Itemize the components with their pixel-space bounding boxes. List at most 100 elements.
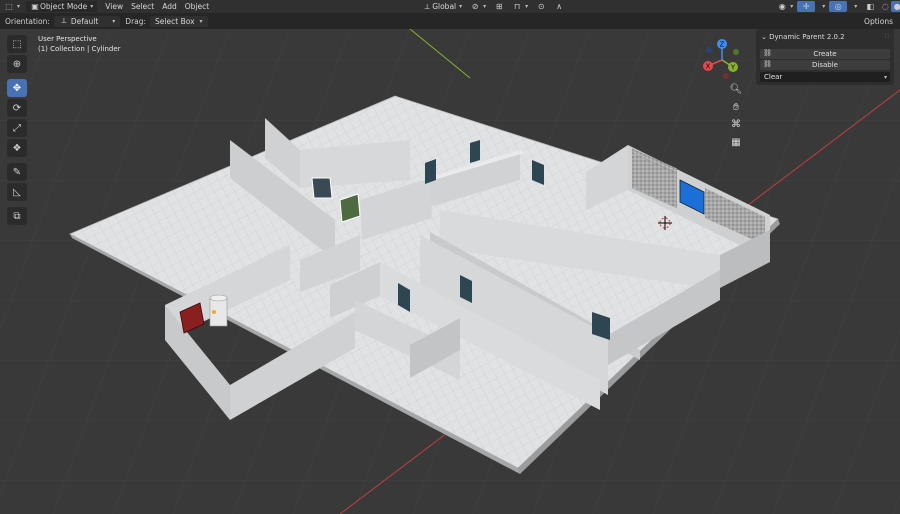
pivot-point-button[interactable]: ⊘ ▾ — [466, 1, 490, 12]
object-mode-icon: ▣ — [31, 1, 39, 11]
menu-view[interactable]: View — [101, 1, 127, 12]
gizmo-icon: ✛ — [802, 1, 810, 11]
chevron-down-icon: ⌄ — [761, 33, 770, 41]
tool-shelf: ⬚ ⊕ ✥ ⟳ ⤢ ❖ ✎ ◺ ⧉ — [6, 35, 28, 227]
rotate-icon: ⟳ — [12, 102, 22, 114]
panel-title-label: Dynamic Parent 2.0.2 — [769, 33, 845, 41]
wireframe-sphere-icon: ◌ — [881, 1, 889, 11]
create-button[interactable]: ⛓ Create — [760, 49, 890, 59]
drag-value: Select Box — [155, 16, 195, 26]
gizmo-y-label: Y — [730, 64, 736, 72]
panel-title[interactable]: ⌄ Dynamic Parent 2.0.2 — [761, 33, 845, 41]
unlink-icon: ⛓ — [763, 60, 772, 68]
link-icon: ⛓ — [763, 49, 772, 57]
tool-move[interactable]: ✥ — [7, 79, 27, 97]
clear-label: Clear — [764, 73, 783, 81]
tool-settings-bar: Orientation: ⟂ Default ▾ Drag: Select Bo… — [0, 13, 900, 29]
select-box-icon: ⬚ — [12, 38, 22, 50]
tool-select-box[interactable]: ⬚ — [7, 35, 27, 53]
tool-add-cube[interactable]: ⧉ — [7, 207, 27, 225]
measure-icon: ◺ — [13, 186, 21, 198]
snap-icon: ⊞ — [495, 1, 503, 11]
door — [470, 140, 480, 163]
xray-icon: ◧ — [866, 1, 875, 11]
proportional-edit-icon: ⊙ — [537, 1, 545, 11]
dynamic-parent-panel: ⌄ Dynamic Parent 2.0.2 ∷ ⛓ Create ⛓ Disa… — [756, 29, 894, 85]
selection-info: (1) Collection | Cylinder — [38, 45, 121, 53]
orientation-label: Orientation: — [5, 16, 50, 26]
orientation-dropdown[interactable]: ⟂ Default ▾ — [53, 15, 121, 27]
hand-icon: ✋︎ — [733, 101, 739, 113]
xray-button[interactable]: ◧ — [861, 1, 879, 12]
scene-render — [0, 29, 900, 514]
shading-wireframe-button[interactable]: ◌ — [879, 1, 891, 12]
disable-label: Disable — [812, 61, 838, 69]
perspective-toggle-button[interactable]: ▦ — [728, 134, 744, 150]
navigation-gizmo[interactable]: Z X Y — [700, 38, 744, 82]
pivot-icon: ⊘ — [471, 1, 479, 11]
cylinder-origin — [212, 310, 216, 314]
menu-add[interactable]: Add — [158, 1, 181, 12]
proportional-edit-button[interactable]: ⊙ — [532, 1, 550, 12]
transform-orientation-dropdown[interactable]: ⟂ Global ▾ — [418, 1, 466, 12]
zoom-icon: 🔍︎ — [729, 83, 743, 95]
view-name: User Perspective — [38, 35, 97, 43]
gizmo-x-label: X — [706, 63, 711, 71]
snap-target-icon: ⊓ — [514, 1, 521, 11]
editor-type-icon: ⬚ — [5, 1, 13, 11]
orientation-axes-icon: ⟂ — [424, 1, 430, 11]
falloff-icon: ∧ — [556, 1, 563, 11]
tool-rotate[interactable]: ⟳ — [7, 99, 27, 117]
camera-view-button[interactable]: ⌘ — [728, 116, 744, 132]
gizmo-options-button[interactable]: ▾ — [815, 1, 829, 12]
overlays-toggle-button[interactable]: ◎ — [829, 1, 848, 12]
grid-icon: ▦ — [731, 136, 741, 148]
3d-viewport[interactable]: User Perspective (1) Collection | Cylind… — [0, 29, 900, 514]
disable-button[interactable]: ⛓ Disable — [760, 60, 890, 70]
cursor-icon: ⊕ — [12, 58, 22, 70]
solid-sphere-icon: ● — [893, 1, 900, 11]
menu-select[interactable]: Select — [127, 1, 158, 12]
tool-annotate[interactable]: ✎ — [7, 163, 27, 181]
annotate-icon: ✎ — [12, 166, 22, 178]
proportional-falloff-button[interactable]: ∧ — [550, 1, 568, 12]
overlays-options-button[interactable]: ▾ — [847, 1, 861, 12]
drag-handle-icon[interactable]: ∷ — [885, 32, 889, 40]
chevron-down-icon: ▾ — [883, 73, 887, 81]
drag-dropdown[interactable]: Select Box ▾ — [150, 15, 208, 27]
overlays-icon: ◎ — [834, 1, 842, 11]
shading-solid-button[interactable]: ● — [891, 1, 900, 12]
clear-dropdown[interactable]: Clear ▾ — [760, 72, 890, 82]
transform-orientation-label: Global — [432, 2, 457, 11]
pan-button[interactable]: ✋︎ — [728, 99, 744, 115]
gizmo-toggle-button[interactable]: ✛ — [797, 1, 816, 12]
camera-icon: ⌘ — [731, 118, 741, 130]
orientation-value: Default — [70, 16, 99, 26]
create-label: Create — [813, 50, 837, 58]
tool-transform[interactable]: ❖ — [7, 139, 27, 157]
snap-toggle-button[interactable]: ⊞ — [490, 1, 508, 12]
cylinder-top — [209, 294, 228, 302]
tool-measure[interactable]: ◺ — [7, 183, 27, 201]
menu-object[interactable]: Object — [181, 1, 213, 12]
visibility-button[interactable]: ◉ ▾ — [773, 1, 797, 12]
scale-icon: ⤢ — [13, 122, 21, 134]
door — [311, 177, 333, 199]
eye-icon: ◉ — [778, 1, 786, 11]
mode-dropdown[interactable]: ▣ Object Mode ▾ — [26, 1, 98, 12]
transform-icon: ❖ — [12, 142, 22, 154]
snap-target-button[interactable]: ⊓ ▾ — [508, 1, 532, 12]
drag-label: Drag: — [125, 16, 147, 26]
door — [425, 159, 436, 184]
options-label: Options — [864, 16, 893, 26]
tool-cursor[interactable]: ⊕ — [7, 55, 27, 73]
gizmo-z-label: Z — [720, 41, 725, 49]
mode-label: Object Mode — [40, 2, 88, 11]
options-dropdown[interactable]: Options — [859, 16, 898, 27]
add-cube-icon: ⧉ — [13, 210, 21, 222]
zoom-button[interactable]: 🔍︎ — [728, 81, 744, 97]
editor-type-button[interactable]: ⬚ ▾ — [0, 1, 24, 12]
view-info: User Perspective (1) Collection | Cylind… — [38, 34, 121, 54]
tool-scale[interactable]: ⤢ — [7, 119, 27, 137]
header-bar: ⬚ ▾ ▣ Object Mode ▾ View Select Add Object… — [0, 0, 900, 13]
